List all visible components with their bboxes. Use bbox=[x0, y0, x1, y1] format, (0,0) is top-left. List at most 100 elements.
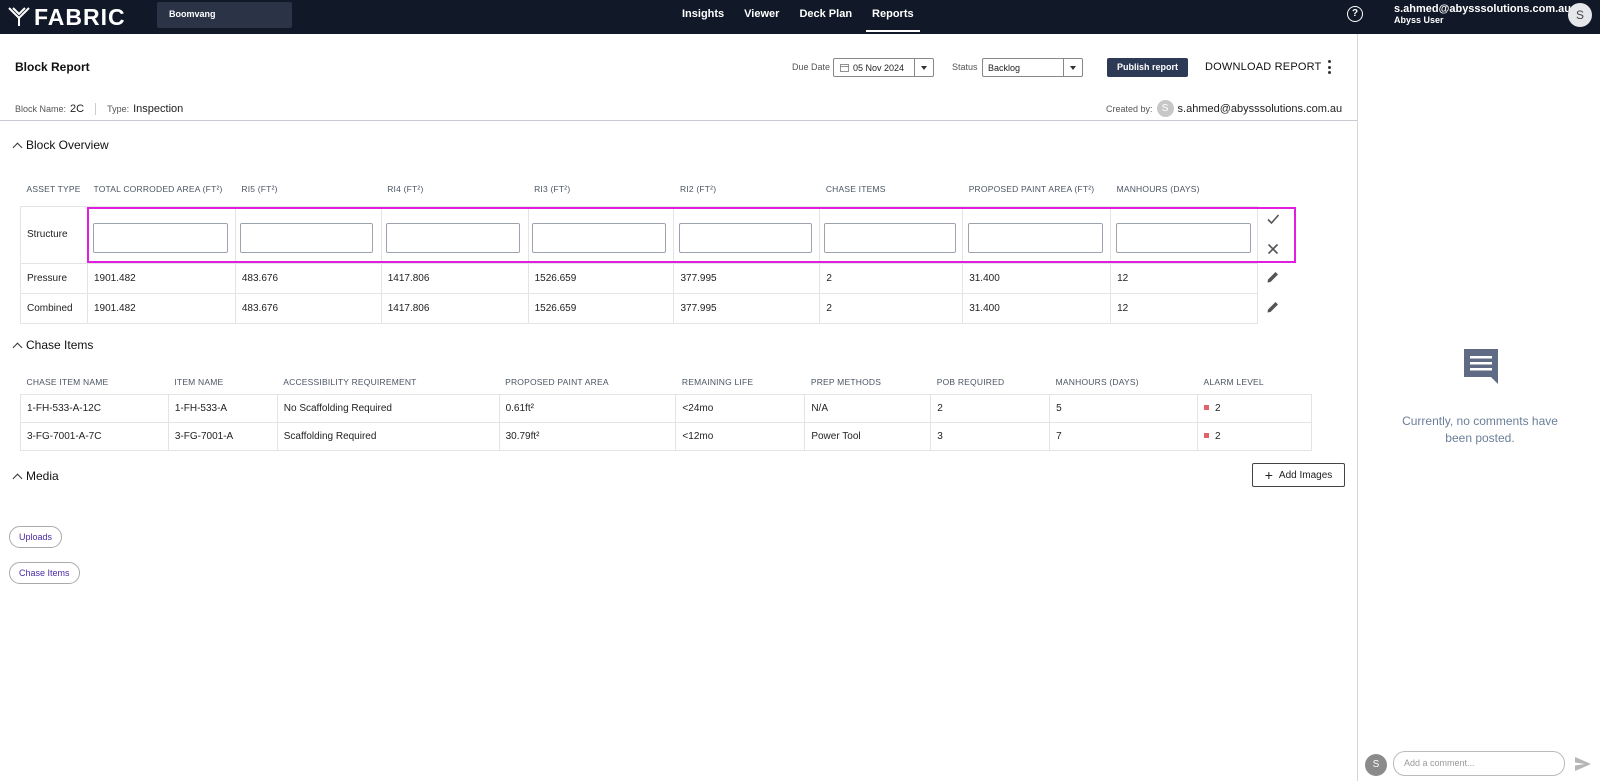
table-cell: Combined bbox=[20, 292, 88, 324]
logo-text: FABRIC bbox=[34, 3, 126, 30]
page-title: Block Report bbox=[15, 60, 90, 74]
close-icon[interactable] bbox=[1266, 242, 1280, 256]
user-email: s.ahmed@abysssolutions.com.au bbox=[1394, 3, 1571, 15]
created-by: Created by: S s.ahmed@abysssolutions.com… bbox=[1106, 100, 1342, 117]
column-header: RI2 (FT²) bbox=[679, 183, 717, 194]
no-comments-message: Currently, no comments have been posted. bbox=[1402, 414, 1558, 445]
ri4-input[interactable] bbox=[386, 223, 520, 253]
chase-items-table: CHASE ITEM NAME ITEM NAME ACCESSIBILITY … bbox=[20, 370, 1312, 451]
add-images-label: Add Images bbox=[1278, 469, 1333, 481]
block-overview-title: Block Overview bbox=[26, 138, 109, 152]
total-corroded-area-input[interactable] bbox=[93, 223, 228, 253]
media-toggle[interactable]: Media bbox=[12, 469, 59, 483]
table-cell: 483.676 bbox=[234, 292, 382, 324]
user-role: Abyss User bbox=[1394, 15, 1444, 25]
table-cell: 3-FG-7001-A bbox=[167, 421, 278, 451]
status-dropdown[interactable] bbox=[1063, 59, 1082, 76]
column-header: RI3 (FT²) bbox=[534, 183, 571, 194]
column-header: MANHOURS (DAYS) bbox=[1055, 376, 1139, 387]
comment-icon bbox=[1464, 349, 1498, 384]
send-icon[interactable] bbox=[1574, 756, 1592, 772]
caret-down-icon bbox=[921, 65, 927, 70]
alarm-level-value: 2 bbox=[1215, 430, 1221, 442]
status-select[interactable]: Backlog bbox=[982, 58, 1083, 77]
nav-insights[interactable]: Insights bbox=[672, 0, 734, 34]
more-options-icon[interactable] bbox=[1326, 60, 1332, 74]
due-date-dropdown[interactable] bbox=[914, 59, 933, 76]
table-cell: 31.400 bbox=[962, 292, 1112, 324]
column-header: POB REQUIRED bbox=[936, 376, 1005, 387]
plus-icon: + bbox=[1264, 467, 1273, 483]
pencil-icon[interactable] bbox=[1266, 270, 1280, 284]
comment-avatar: S bbox=[1365, 754, 1387, 776]
nav-viewer[interactable]: Viewer bbox=[734, 0, 789, 34]
column-header: RI5 (FT²) bbox=[241, 183, 278, 194]
chevron-up-icon bbox=[12, 142, 23, 152]
top-navbar: FABRIC Boomvang Insights Viewer Deck Pla… bbox=[0, 0, 1600, 34]
table-cell: 1-FH-533-A bbox=[167, 393, 278, 423]
column-header: PROPOSED PAINT AREA bbox=[505, 376, 609, 387]
ri2-input[interactable] bbox=[679, 223, 812, 253]
table-cell: 31.400 bbox=[962, 262, 1112, 294]
publish-report-button[interactable]: Publish report bbox=[1107, 58, 1188, 77]
table-cell: 2 bbox=[930, 393, 1051, 423]
table-cell: 1526.659 bbox=[527, 262, 675, 294]
column-header: ACCESSIBILITY REQUIREMENT bbox=[283, 376, 417, 387]
table-cell: 12 bbox=[1110, 292, 1258, 324]
column-header: RI4 (FT²) bbox=[387, 183, 424, 194]
fabric-logo[interactable]: FABRIC bbox=[8, 3, 126, 31]
table-cell: 1901.482 bbox=[86, 262, 236, 294]
asset-type-cell: Structure bbox=[20, 205, 88, 264]
column-header: TOTAL CORRODED AREA (FT²) bbox=[93, 183, 223, 194]
proposed-paint-area-input[interactable] bbox=[968, 223, 1103, 253]
download-report-button[interactable]: DOWNLOAD REPORT bbox=[1205, 61, 1321, 73]
table-cell: 0.61ft² bbox=[498, 393, 677, 423]
media-filter-chase-items[interactable]: Chase Items bbox=[9, 562, 80, 584]
column-header: REMAINING LIFE bbox=[681, 376, 754, 387]
table-cell: 2 bbox=[819, 292, 964, 324]
type-label: Type: bbox=[107, 104, 130, 114]
block-overview-toggle[interactable]: Block Overview bbox=[12, 138, 109, 152]
table-cell: Power Tool bbox=[804, 421, 932, 451]
creator-email: s.ahmed@abysssolutions.com.au bbox=[1177, 102, 1343, 115]
type-value: Inspection bbox=[133, 103, 184, 115]
due-date-label: Due Date bbox=[792, 62, 831, 72]
ri3-input[interactable] bbox=[532, 223, 666, 253]
created-by-label: Created by: bbox=[1106, 103, 1153, 114]
table-cell: 3 bbox=[930, 421, 1051, 451]
table-row[interactable]: 3-FG-7001-A-7C 3-FG-7001-A Scaffolding R… bbox=[20, 421, 1312, 451]
add-images-button[interactable]: + Add Images bbox=[1252, 463, 1345, 487]
due-date-value: 05 Nov 2024 bbox=[853, 62, 905, 73]
table-cell: 2 bbox=[819, 262, 964, 294]
media-title: Media bbox=[26, 469, 59, 483]
project-selector[interactable]: Boomvang bbox=[157, 2, 292, 28]
table-cell: 5 bbox=[1049, 393, 1199, 423]
due-date-picker[interactable]: 05 Nov 2024 bbox=[833, 58, 934, 77]
pencil-icon[interactable] bbox=[1266, 300, 1280, 314]
table-cell: 12 bbox=[1110, 262, 1258, 294]
column-header: ITEM NAME bbox=[174, 376, 224, 387]
check-icon[interactable] bbox=[1266, 212, 1280, 226]
nav-deck-plan[interactable]: Deck Plan bbox=[789, 0, 862, 34]
caret-down-icon bbox=[1070, 65, 1076, 70]
fabric-logo-icon bbox=[8, 7, 30, 26]
chase-items-toggle[interactable]: Chase Items bbox=[12, 338, 93, 352]
user-avatar[interactable]: S bbox=[1568, 3, 1592, 27]
nav-reports[interactable]: Reports bbox=[862, 0, 924, 34]
table-cell: 377.995 bbox=[673, 262, 821, 294]
media-filter-uploads[interactable]: Uploads bbox=[9, 526, 63, 548]
chase-items-input[interactable] bbox=[824, 223, 956, 253]
comment-input[interactable]: Add a comment... bbox=[1393, 751, 1565, 776]
help-icon[interactable]: ? bbox=[1347, 6, 1363, 22]
table-row[interactable]: 1-FH-533-A-12C 1-FH-533-A No Scaffolding… bbox=[20, 393, 1312, 423]
alarm-indicator-icon bbox=[1204, 405, 1210, 411]
report-main: Block Report Due Date 05 Nov 2024 Status… bbox=[0, 34, 1357, 781]
ri5-input[interactable] bbox=[240, 223, 373, 253]
block-name-value: 2C bbox=[70, 103, 85, 115]
manhours-input[interactable] bbox=[1116, 223, 1251, 253]
status-label: Status bbox=[952, 62, 978, 72]
table-cell: 377.995 bbox=[673, 292, 821, 324]
table-cell: Pressure bbox=[20, 262, 88, 294]
table-cell: N/A bbox=[804, 393, 932, 423]
chevron-up-icon bbox=[12, 473, 23, 483]
